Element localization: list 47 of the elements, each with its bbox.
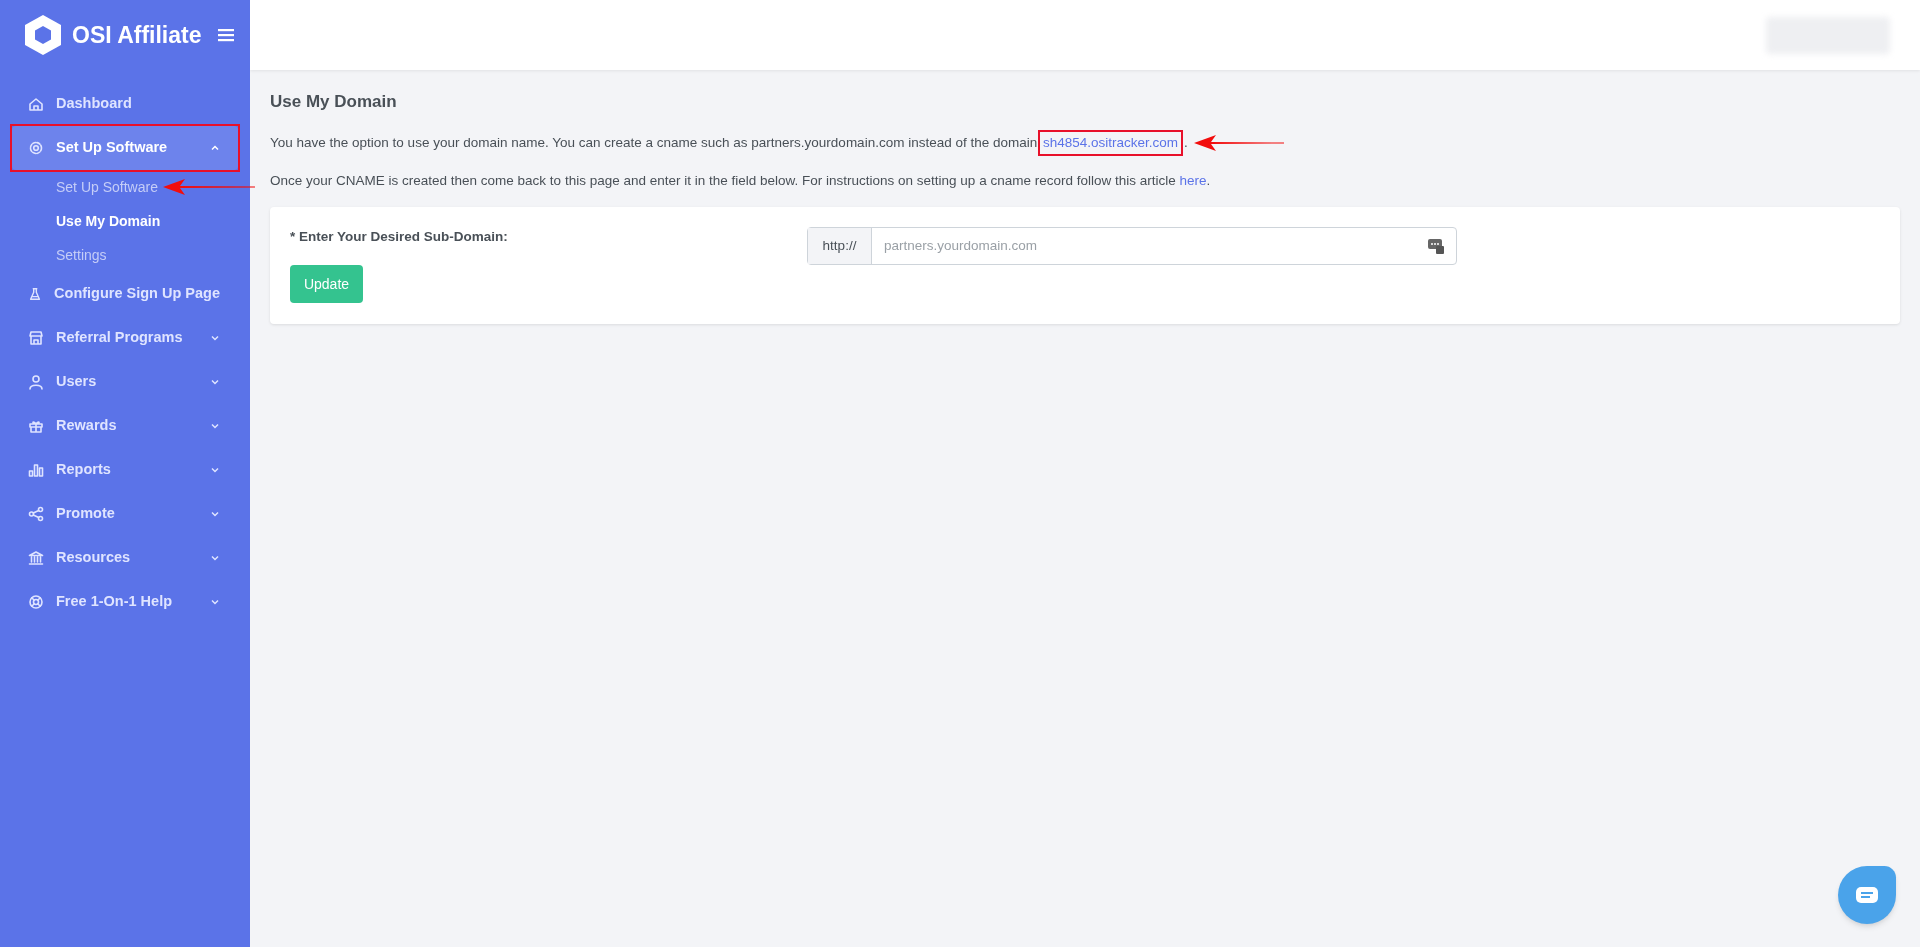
chevron-down-icon xyxy=(210,421,220,431)
field-label: * Enter Your Desired Sub-Domain: xyxy=(290,228,509,245)
password-manager-icon[interactable] xyxy=(1428,238,1444,254)
submenu-link[interactable]: Settings xyxy=(56,244,107,266)
lifebuoy-icon xyxy=(28,594,44,610)
sidebar-item[interactable]: Reports xyxy=(12,448,238,492)
user-icon xyxy=(28,374,44,390)
update-button[interactable]: Update xyxy=(290,265,363,303)
gear-icon xyxy=(28,140,44,156)
subdomain-input[interactable]: partners.yourdomain.com xyxy=(872,228,1428,264)
chevron-down-icon xyxy=(210,597,220,607)
gift-icon xyxy=(28,418,44,434)
menu-icon[interactable] xyxy=(218,28,234,42)
sidebar-item[interactable]: Configure Sign Up Page xyxy=(12,272,238,316)
submenu-link[interactable]: Use My Domain xyxy=(56,210,161,232)
chevron-down-icon xyxy=(210,509,220,519)
submenu-link[interactable]: Set Up Software xyxy=(56,176,158,198)
chevron-down-icon xyxy=(210,465,220,475)
chat-button[interactable] xyxy=(1838,866,1896,924)
sidebar-item[interactable]: Free 1-On-1 Help xyxy=(12,580,238,624)
chevron-down-icon xyxy=(210,553,220,563)
sidebar-item[interactable]: Users xyxy=(12,360,238,404)
chevron-down-icon xyxy=(210,377,220,387)
sidebar-item[interactable]: Dashboard xyxy=(12,82,238,126)
hexagon-logo-icon xyxy=(24,14,62,56)
intro-text: You have the option to use your domain name. You can create a cname such as partners.yourdomain.com instead of the domain sh4854.ositracker.com . xyxy=(270,131,1900,155)
instructions-text: Once your CNAME is created then come back to this page and enter it in the field below. For instructions on setting up a cname record follow this article here. xyxy=(270,169,1900,193)
store-icon xyxy=(28,330,44,346)
chat-icon xyxy=(1856,887,1878,903)
sidebar-item[interactable]: Set Up Software xyxy=(12,126,238,170)
share-icon xyxy=(28,506,44,522)
bar-chart-icon xyxy=(28,462,44,478)
home-icon xyxy=(28,96,44,112)
flask-icon xyxy=(28,286,43,302)
link[interactable]: sh4854.ositracker.com xyxy=(1041,132,1181,154)
bank-icon xyxy=(28,550,44,566)
page-title: Use My Domain xyxy=(270,91,398,113)
brand-name: OSI Affiliate xyxy=(72,20,202,50)
url-prefix: http:// xyxy=(808,228,872,264)
sidebar-item[interactable]: Referral Programs xyxy=(12,316,238,360)
chevron-up-icon xyxy=(210,143,220,153)
subdomain-input-group[interactable]: http:// partners.yourdomain.com xyxy=(807,227,1457,265)
sidebar-item[interactable]: Resources xyxy=(12,536,238,580)
chevron-down-icon xyxy=(210,333,220,343)
link[interactable]: here xyxy=(1179,170,1207,192)
sidebar-item[interactable]: Promote xyxy=(12,492,238,536)
sidebar-item[interactable]: Rewards xyxy=(12,404,238,448)
